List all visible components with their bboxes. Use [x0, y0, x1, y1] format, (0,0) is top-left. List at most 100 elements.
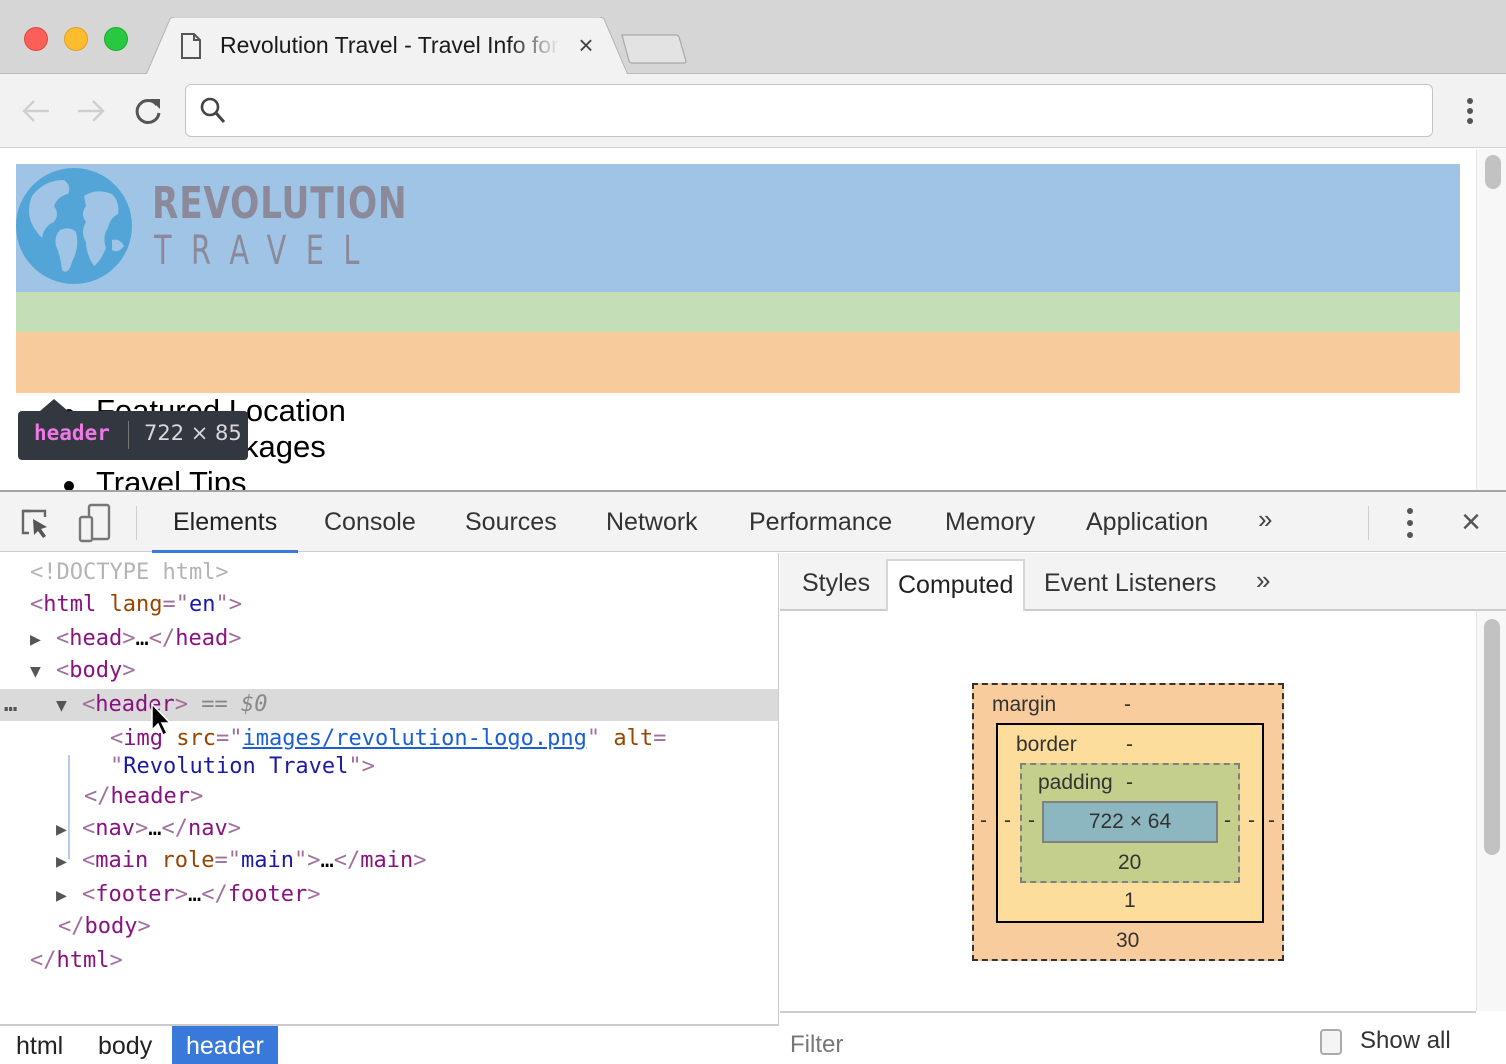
- border-right-value[interactable]: -: [1248, 809, 1255, 833]
- dom-node-html[interactable]: <html lang="en">: [0, 589, 778, 621]
- box-model-border[interactable]: border - - - 1 padding - - - 20 722 × 64: [996, 723, 1264, 923]
- margin-bottom-value[interactable]: 30: [1116, 929, 1139, 953]
- tab-computed[interactable]: Computed: [886, 559, 1026, 611]
- site-logo[interactable]: REVOLUTION TRAVEL: [16, 164, 416, 292]
- show-all-label: Show all: [1360, 1027, 1451, 1054]
- dom-node-body-close[interactable]: </body>: [0, 911, 778, 943]
- collapse-triangle-icon[interactable]: ▼: [56, 690, 82, 722]
- dom-node-head[interactable]: ▶ <head>…</head>: [0, 623, 778, 655]
- tag-name: footer: [95, 882, 175, 907]
- border-left-value[interactable]: -: [1004, 809, 1011, 833]
- margin-right-value[interactable]: -: [1268, 809, 1275, 833]
- dom-node-footer[interactable]: ▶ <footer>…</footer>: [0, 879, 778, 911]
- tag-name: html: [56, 948, 110, 973]
- menu-dot: [1467, 108, 1473, 114]
- address-input[interactable]: [236, 93, 1416, 129]
- breadcrumb-header[interactable]: header: [172, 1026, 278, 1064]
- margin-left-value[interactable]: -: [980, 809, 987, 833]
- expand-triangle-icon[interactable]: ▶: [30, 624, 56, 656]
- zoom-window-button[interactable]: [104, 27, 128, 51]
- collapsed-ellipsis[interactable]: …: [148, 816, 161, 841]
- show-all-checkbox[interactable]: [1320, 1029, 1342, 1055]
- nav-link-travel-tips[interactable]: Travel Tips: [64, 465, 346, 490]
- tab-title: Revolution Travel - Travel Info for the …: [220, 32, 560, 58]
- dom-node-header-selected[interactable]: … ▼ <header> == $0: [0, 689, 778, 721]
- tab-performance[interactable]: Performance: [728, 492, 913, 552]
- menu-dot: [1407, 520, 1413, 526]
- back-button[interactable]: [19, 94, 53, 128]
- tag-name: main: [360, 848, 414, 873]
- attr-value: main: [240, 848, 294, 873]
- collapsed-ellipsis[interactable]: …: [135, 626, 148, 651]
- tab-console[interactable]: Console: [303, 492, 437, 552]
- padding-right-value[interactable]: -: [1224, 809, 1231, 833]
- devtools-menu-button[interactable]: [1402, 508, 1418, 538]
- nav-link-label: Travel Tips: [96, 465, 247, 490]
- tab-styles[interactable]: Styles: [792, 559, 880, 611]
- tab-close-icon[interactable]: ×: [574, 31, 598, 59]
- tooltip-separator: [128, 421, 129, 449]
- expand-triangle-icon[interactable]: ▶: [56, 814, 82, 846]
- page-scrollbar[interactable]: [1476, 149, 1506, 490]
- breadcrumb-html[interactable]: html: [2, 1026, 77, 1064]
- expand-triangle-icon[interactable]: ▶: [56, 880, 82, 912]
- close-window-button[interactable]: [24, 27, 48, 51]
- dom-node-header-close[interactable]: </header>: [0, 781, 778, 813]
- padding-bottom-value[interactable]: 20: [1118, 851, 1141, 875]
- inspect-cursor-icon: [21, 509, 47, 538]
- dom-node-img-cont[interactable]: "Revolution Travel">: [0, 751, 778, 783]
- computed-filter-input[interactable]: [790, 1025, 1290, 1064]
- breadcrumb-body[interactable]: body: [84, 1026, 166, 1064]
- node-actions-ellipsis[interactable]: …: [4, 689, 17, 721]
- padding-top-value[interactable]: -: [1126, 771, 1133, 795]
- tab-memory[interactable]: Memory: [924, 492, 1056, 552]
- browser-tab-active[interactable]: Revolution Travel - Travel Info for the …: [146, 17, 628, 75]
- tab-sources[interactable]: Sources: [444, 492, 578, 552]
- tab-application[interactable]: Application: [1065, 492, 1229, 552]
- box-model-margin[interactable]: margin - - - 30 border - - - 1 padding -…: [972, 683, 1284, 961]
- minimize-window-button[interactable]: [64, 27, 88, 51]
- arrow-left-icon: [22, 100, 49, 122]
- device-toolbar-button[interactable]: [77, 503, 113, 543]
- sidebar-scrollbar-thumb[interactable]: [1484, 619, 1500, 855]
- inspect-element-button[interactable]: [17, 505, 53, 541]
- box-model-content[interactable]: 722 × 64: [1042, 801, 1218, 843]
- dom-node-body[interactable]: ▼ <body>: [0, 655, 778, 687]
- collapsed-ellipsis[interactable]: …: [320, 848, 333, 873]
- reload-icon: [135, 98, 161, 124]
- border-top-value[interactable]: -: [1126, 733, 1133, 757]
- tab-event-listeners[interactable]: Event Listeners: [1034, 559, 1226, 611]
- dom-node-doctype[interactable]: <!DOCTYPE html>: [0, 557, 778, 589]
- computed-filter-bar: Show all: [780, 1011, 1476, 1064]
- reload-button[interactable]: [131, 94, 165, 128]
- tab-network[interactable]: Network: [585, 492, 719, 552]
- new-tab-button[interactable]: [620, 33, 688, 65]
- forward-button[interactable]: [74, 94, 108, 128]
- dom-node-nav[interactable]: ▶ <nav>…</nav>: [0, 813, 778, 845]
- page-scrollbar-thumb[interactable]: [1485, 155, 1501, 189]
- padding-left-value[interactable]: -: [1028, 809, 1035, 833]
- browser-menu-button[interactable]: [1455, 94, 1485, 128]
- attr-name: src: [176, 726, 216, 751]
- expand-triangle-icon[interactable]: ▶: [56, 846, 82, 878]
- more-sidebar-tabs-chevron-icon[interactable]: »: [1256, 565, 1270, 596]
- img-src-link[interactable]: images/revolution-logo.png: [243, 726, 587, 751]
- tag-name: head: [175, 626, 229, 651]
- more-tabs-chevron-icon[interactable]: »: [1258, 504, 1272, 535]
- tab-elements[interactable]: Elements: [152, 492, 299, 553]
- collapse-triangle-icon[interactable]: ▼: [30, 656, 56, 688]
- collapsed-ellipsis[interactable]: …: [188, 882, 201, 907]
- devtools-toolbar: Elements Console Sources Network Perform…: [0, 492, 1506, 553]
- arrow-right-icon: [78, 100, 105, 122]
- sidebar-scrollbar[interactable]: [1476, 611, 1506, 1011]
- margin-top-value[interactable]: -: [1124, 693, 1131, 717]
- box-model-padding[interactable]: padding - - - 20 722 × 64: [1020, 763, 1240, 883]
- devtools-close-icon[interactable]: ×: [1456, 502, 1486, 542]
- dom-node-main[interactable]: ▶ <main role="main">…</main>: [0, 845, 778, 877]
- doctype-text: <!DOCTYPE html>: [30, 560, 229, 585]
- address-bar[interactable]: [185, 84, 1433, 137]
- margin-label: margin: [992, 693, 1057, 716]
- logo-word-revolution: REVOLUTION: [152, 178, 408, 229]
- dom-node-html-close[interactable]: </html>: [0, 945, 778, 977]
- border-bottom-value[interactable]: 1: [1124, 889, 1136, 913]
